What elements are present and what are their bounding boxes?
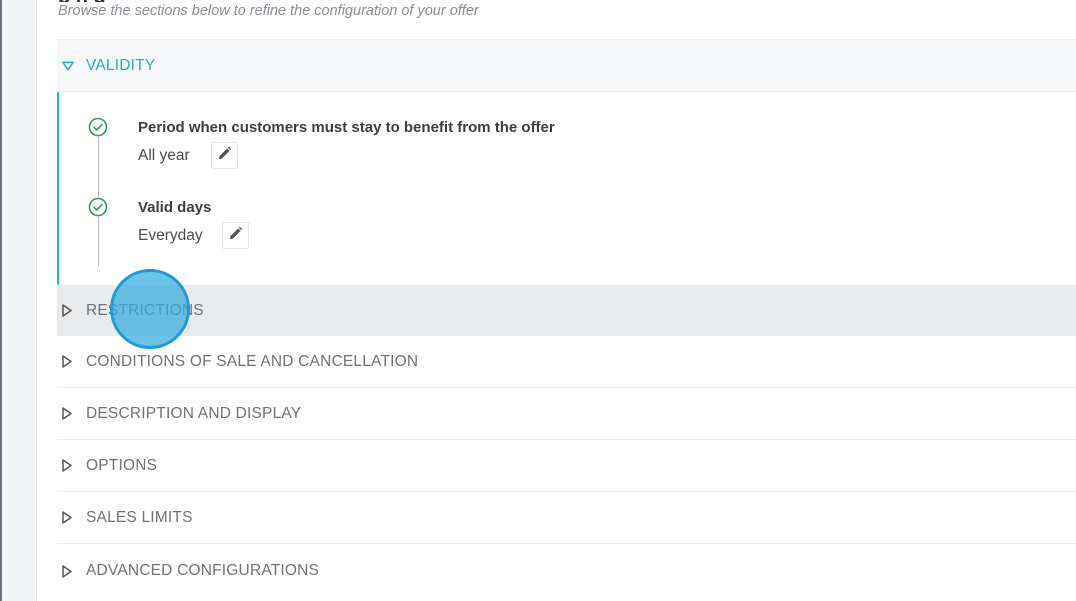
section-header-description-display[interactable]: DESCRIPTION AND DISPLAY [57,388,1076,440]
edit-valid-days-button[interactable] [222,222,249,249]
section-label: SALES LIMITS [86,508,193,526]
section-label: DESCRIPTION AND DISPLAY [86,404,302,422]
section-label: VALIDITY [86,56,156,74]
triangle-right-icon [62,407,74,421]
step-title-stay-period: Period when customers must stay to benef… [138,119,555,136]
triangle-right-icon [62,459,74,473]
section-header-restrictions[interactable]: RESTRICTIONS [57,285,1076,336]
left-sidebar-edge [0,0,37,601]
section-label: RESTRICTIONS [86,301,204,319]
section-header-advanced-configurations[interactable]: ADVANCED CONFIGURATIONS [57,545,1076,597]
section-label: ADVANCED CONFIGURATIONS [86,562,320,579]
pencil-icon [228,226,243,246]
check-circle-icon [88,117,108,137]
step-value-valid-days: Everyday [138,227,203,244]
page-title-fragment: p n g [58,0,198,2]
validity-section-body: Period when customers must stay to benef… [57,92,1076,285]
triangle-right-icon [62,355,74,369]
step-title-valid-days: Valid days [138,199,212,216]
section-label: CONDITIONS OF SALE AND CANCELLATION [86,352,419,370]
section-label: OPTIONS [86,456,158,474]
section-header-sales-limits[interactable]: SALES LIMITS [57,492,1076,544]
triangle-down-icon [62,59,74,73]
step-value-stay-period: All year [138,147,190,164]
triangle-right-icon [62,511,74,525]
section-header-conditions-of-sale[interactable]: CONDITIONS OF SALE AND CANCELLATION [57,336,1076,388]
pencil-icon [217,146,232,166]
triangle-right-icon [62,304,74,318]
edit-stay-period-button[interactable] [211,142,238,169]
check-circle-icon [88,197,108,217]
section-header-options[interactable]: OPTIONS [57,440,1076,492]
triangle-right-icon [62,564,74,578]
section-header-validity[interactable]: VALIDITY [57,39,1076,92]
offer-configuration-panel: p n g Browse the sections below to refin… [57,0,1076,601]
page-subtitle: Browse the sections below to refine the … [58,3,479,19]
